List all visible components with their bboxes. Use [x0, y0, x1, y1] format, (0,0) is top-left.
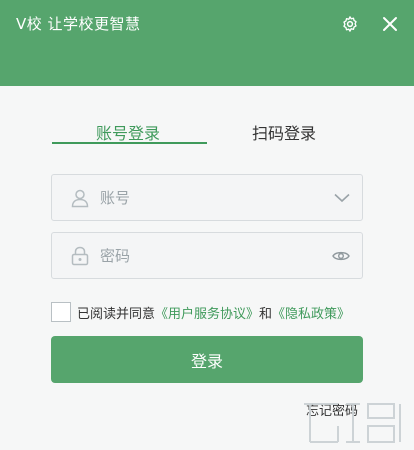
login-panel: 账号登录 扫码登录 账号 密码 已阅读并同意 《用户服务协议》 和 《隐私政策》…: [0, 86, 414, 450]
login-button[interactable]: 登录: [51, 336, 363, 383]
account-field[interactable]: 账号: [51, 174, 363, 221]
gear-icon: [343, 16, 357, 32]
user-agreement-link[interactable]: 《用户服务协议》: [155, 303, 259, 322]
user-icon: [52, 175, 100, 220]
privacy-policy-link[interactable]: 《隐私政策》: [272, 303, 350, 322]
window-title: V校 让学校更智慧: [16, 15, 141, 33]
eye-icon: [332, 251, 350, 260]
agreement-and: 和: [259, 306, 273, 322]
lock-icon: [52, 233, 100, 278]
tab-account-login[interactable]: 账号登录: [96, 120, 160, 144]
chevron-down-icon: [334, 193, 350, 202]
close-button[interactable]: [378, 12, 402, 36]
agreement-checkbox[interactable]: [51, 302, 71, 322]
tab-qr-login[interactable]: 扫码登录: [252, 120, 316, 144]
close-icon: [383, 17, 397, 31]
agreement-prefix: 已阅读并同意: [77, 306, 156, 322]
password-field[interactable]: 密码: [51, 232, 363, 279]
account-dropdown-button[interactable]: [334, 175, 350, 220]
forgot-password-link[interactable]: 忘记密码: [306, 400, 358, 419]
show-password-toggle[interactable]: [332, 233, 350, 278]
account-placeholder: 账号: [100, 189, 131, 207]
active-tab-indicator: [52, 142, 207, 144]
login-window: V校 让学校更智慧 账号登录 扫码登录 账号 密码 已阅读并同意 《用户服务协议…: [0, 0, 414, 450]
settings-button[interactable]: [338, 12, 362, 36]
title-bar: V校 让学校更智慧: [0, 0, 414, 86]
agreement-row: 已阅读并同意 《用户服务协议》 和 《隐私政策》: [51, 302, 350, 322]
password-placeholder: 密码: [100, 247, 131, 265]
